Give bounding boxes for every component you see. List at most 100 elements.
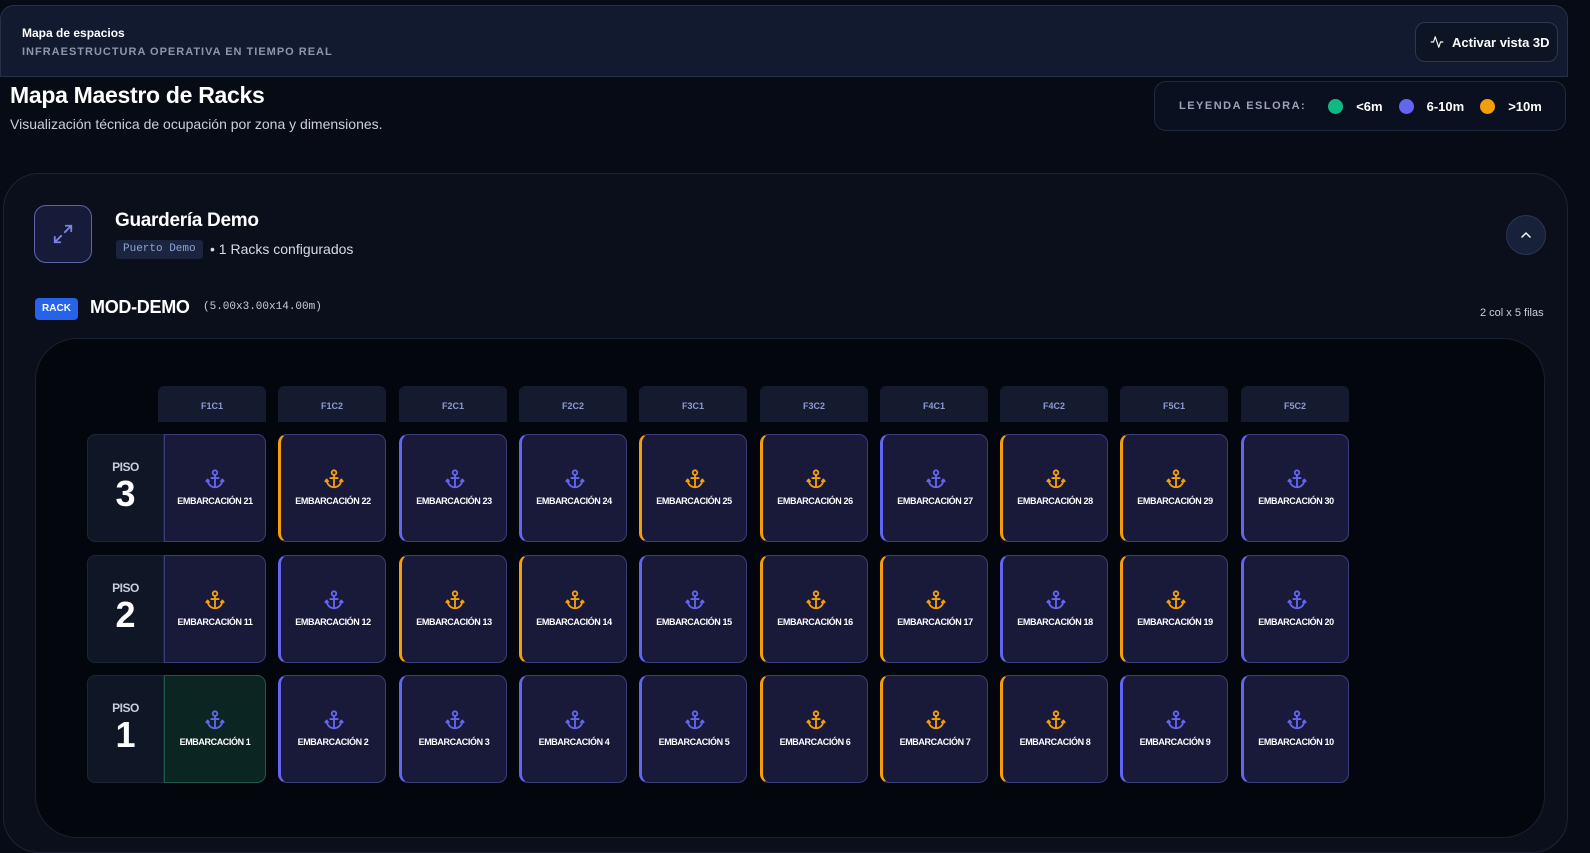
berth-slot[interactable]: EMBARCACIÓN 21: [164, 434, 266, 542]
berth-slot[interactable]: EMBARCACIÓN 12: [278, 555, 386, 663]
berth-label: EMBARCACIÓN 18: [1017, 617, 1093, 627]
yard-name: Guardería Demo: [115, 210, 259, 231]
rack-badge: RACK: [35, 298, 78, 320]
header-title: Mapa de espacios: [22, 26, 125, 40]
rack-name: MOD-DEMO: [90, 297, 190, 317]
berth-label: EMBARCACIÓN 23: [416, 496, 492, 506]
legend-item-large: >10m: [1480, 98, 1542, 114]
column-header: F2C1: [399, 386, 507, 422]
floor-label: PISO 3: [87, 434, 164, 542]
floor-number: 3: [115, 473, 136, 514]
berth-slot[interactable]: EMBARCACIÓN 1: [164, 675, 266, 783]
activity-icon: [1430, 36, 1444, 48]
berth-slot[interactable]: EMBARCACIÓN 4: [519, 675, 627, 783]
berth-label: EMBARCACIÓN 4: [538, 737, 610, 747]
activate-3d-label: Activar vista 3D: [1452, 34, 1550, 50]
berth-slot[interactable]: EMBARCACIÓN 18: [1000, 555, 1108, 663]
berth-slot[interactable]: EMBARCACIÓN 27: [880, 434, 988, 542]
legend-title: LEYENDA ESLORA:: [1179, 100, 1307, 112]
racks-count: • 1 Racks configurados: [210, 241, 354, 257]
berth-label: EMBARCACIÓN 17: [897, 617, 973, 627]
chevron-up-icon: [1521, 232, 1531, 238]
berth-slot[interactable]: EMBARCACIÓN 24: [519, 434, 627, 542]
floor-label: PISO 2: [87, 555, 164, 663]
berth-slot[interactable]: EMBARCACIÓN 10: [1241, 675, 1349, 783]
berth-label: EMBARCACIÓN 9: [1139, 737, 1211, 747]
berth-label: EMBARCACIÓN 26: [777, 496, 853, 506]
column-header: F4C1: [880, 386, 988, 422]
berth-slot[interactable]: EMBARCACIÓN 14: [519, 555, 627, 663]
berth-slot[interactable]: EMBARCACIÓN 6: [760, 675, 868, 783]
berth-slot[interactable]: EMBARCACIÓN 17: [880, 555, 988, 663]
legend-dot-medium: [1398, 98, 1414, 114]
berth-label: EMBARCACIÓN 10: [1258, 737, 1334, 747]
berth-label: EMBARCACIÓN 1: [179, 737, 251, 747]
column-header: F5C2: [1241, 386, 1349, 422]
floor-word: PISO: [112, 581, 139, 595]
berth-slot[interactable]: EMBARCACIÓN 13: [399, 555, 507, 663]
berth-label: EMBARCACIÓN 11: [177, 617, 253, 627]
berth-slot[interactable]: EMBARCACIÓN 25: [639, 434, 747, 542]
floor-number: 2: [115, 594, 136, 635]
berth-slot[interactable]: EMBARCACIÓN 29: [1120, 434, 1228, 542]
port-tag: Puerto Demo: [116, 240, 203, 259]
berth-slot[interactable]: EMBARCACIÓN 11: [164, 555, 266, 663]
berth-label: EMBARCACIÓN 27: [897, 496, 973, 506]
berth-label: EMBARCACIÓN 28: [1017, 496, 1093, 506]
berth-slot[interactable]: EMBARCACIÓN 5: [639, 675, 747, 783]
legend-label-medium: 6-10m: [1426, 98, 1465, 114]
floor-label: PISO 1: [87, 675, 164, 783]
berth-label: EMBARCACIÓN 5: [658, 737, 730, 747]
berth-slot[interactable]: EMBARCACIÓN 26: [760, 434, 868, 542]
page-title: Mapa Maestro de Racks: [10, 82, 265, 108]
berth-slot[interactable]: EMBARCACIÓN 7: [880, 675, 988, 783]
berth-label: EMBARCACIÓN 30: [1258, 496, 1334, 506]
berth-label: EMBARCACIÓN 25: [656, 496, 732, 506]
column-header: F3C1: [639, 386, 747, 422]
berth-slot[interactable]: EMBARCACIÓN 2: [278, 675, 386, 783]
legend-label-large: >10m: [1508, 98, 1542, 114]
column-header: F1C1: [158, 386, 266, 422]
berth-label: EMBARCACIÓN 19: [1137, 617, 1213, 627]
berth-label: EMBARCACIÓN 21: [177, 496, 253, 506]
berth-slot[interactable]: EMBARCACIÓN 15: [639, 555, 747, 663]
page-subtitle: Visualización técnica de ocupación por z…: [10, 116, 383, 132]
activate-3d-view-button[interactable]: Activar vista 3D: [1415, 22, 1558, 62]
berth-label: EMBARCACIÓN 14: [536, 617, 612, 627]
berth-label: EMBARCACIÓN 6: [779, 737, 851, 747]
berth-slot[interactable]: EMBARCACIÓN 23: [399, 434, 507, 542]
length-legend: LEYENDA ESLORA: <6m 6-10m >10m: [1154, 81, 1566, 131]
legend-item-medium: 6-10m: [1398, 98, 1465, 114]
legend-label-small: <6m: [1356, 98, 1383, 114]
column-header: F3C2: [760, 386, 868, 422]
berth-slot[interactable]: EMBARCACIÓN 3: [399, 675, 507, 783]
floor-word: PISO: [112, 460, 139, 474]
berth-slot[interactable]: EMBARCACIÓN 8: [1000, 675, 1108, 783]
berth-label: EMBARCACIÓN 24: [536, 496, 612, 506]
floor-word: PISO: [112, 701, 139, 715]
rack-dimensions: (5.00x3.00x14.00m): [203, 301, 322, 313]
berth-label: EMBARCACIÓN 16: [777, 617, 853, 627]
berth-slot[interactable]: EMBARCACIÓN 9: [1120, 675, 1228, 783]
berth-slot[interactable]: EMBARCACIÓN 20: [1241, 555, 1349, 663]
berth-label: EMBARCACIÓN 20: [1258, 617, 1334, 627]
berth-label: EMBARCACIÓN 8: [1019, 737, 1091, 747]
legend-dot-large: [1480, 98, 1496, 114]
legend-dot-small: [1328, 98, 1344, 114]
berth-slot[interactable]: EMBARCACIÓN 30: [1241, 434, 1349, 542]
berth-label: EMBARCACIÓN 12: [295, 617, 371, 627]
floor-number: 1: [115, 714, 136, 755]
berth-slot[interactable]: EMBARCACIÓN 28: [1000, 434, 1108, 542]
berth-label: EMBARCACIÓN 29: [1137, 496, 1213, 506]
top-header: Mapa de espacios INFRAESTRUCTURA OPERATI…: [0, 5, 1568, 77]
berth-slot[interactable]: EMBARCACIÓN 19: [1120, 555, 1228, 663]
berth-label: EMBARCACIÓN 2: [297, 737, 369, 747]
berth-slot[interactable]: EMBARCACIÓN 16: [760, 555, 868, 663]
berth-label: EMBARCACIÓN 7: [899, 737, 971, 747]
berth-slot[interactable]: EMBARCACIÓN 22: [278, 434, 386, 542]
berth-label: EMBARCACIÓN 22: [295, 496, 371, 506]
header-subtitle: INFRAESTRUCTURA OPERATIVA EN TIEMPO REAL: [22, 46, 333, 58]
rack-layout: 2 col x 5 filas: [1480, 307, 1544, 319]
collapse-button[interactable]: [1506, 215, 1546, 255]
expand-icon[interactable]: [34, 205, 92, 263]
